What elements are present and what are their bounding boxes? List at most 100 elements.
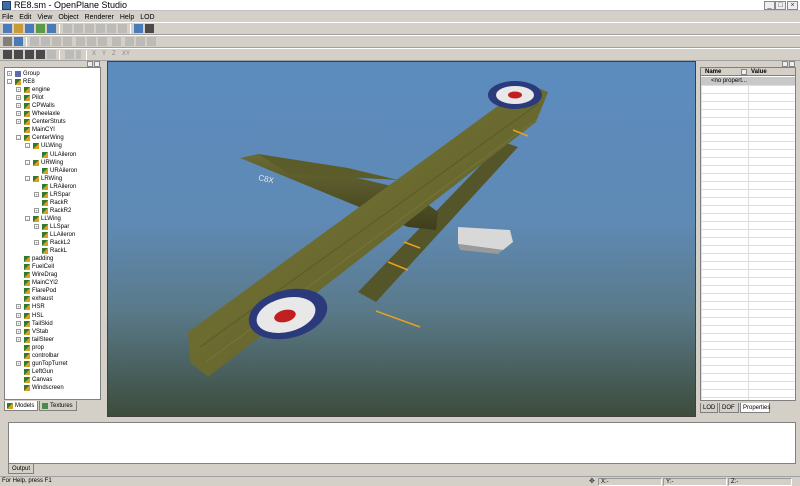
maximize-button[interactable]: □	[775, 1, 786, 10]
open-folder-icon[interactable]	[14, 24, 23, 33]
tree-item-label: exhaust	[32, 296, 54, 303]
axis-z-button[interactable]: Z	[112, 49, 116, 60]
expand-icon[interactable]: +	[16, 304, 21, 310]
model-node-icon	[33, 143, 39, 150]
import-icon[interactable]	[36, 24, 45, 33]
model-tree[interactable]: + Group - RE8 + engine + Pilot + CPWalls + Wheelaxl…	[4, 67, 101, 400]
tree-item-label: RackR2	[50, 207, 72, 214]
close-button[interactable]: ×	[787, 1, 798, 10]
move-icon[interactable]	[14, 50, 23, 59]
expand-icon[interactable]: +	[16, 111, 21, 117]
model-node-icon	[24, 256, 30, 263]
expand-icon[interactable]: +	[34, 191, 39, 197]
export-icon[interactable]	[47, 24, 56, 33]
tab-properties[interactable]: Properties	[740, 403, 770, 413]
column-sort-icon[interactable]	[741, 69, 747, 75]
expand-icon[interactable]: +	[16, 95, 21, 101]
expand-icon[interactable]: +	[34, 240, 39, 246]
expand-icon[interactable]: +	[16, 336, 21, 342]
status-message: For Help, press F1	[2, 478, 52, 484]
expand-icon[interactable]: +	[16, 360, 21, 366]
3d-viewport[interactable]: C8X	[107, 61, 696, 417]
hand-icon[interactable]	[52, 37, 61, 46]
attach-marker	[375, 310, 421, 328]
collapse-icon[interactable]: -	[25, 175, 30, 181]
scale-x-icon[interactable]	[76, 37, 85, 46]
output-log[interactable]	[8, 422, 796, 464]
rotate-left-icon[interactable]	[136, 37, 145, 46]
collapse-icon[interactable]: -	[16, 135, 21, 141]
collapse-icon[interactable]: -	[25, 143, 30, 149]
tab-textures[interactable]: Textures	[39, 401, 77, 411]
redo-icon[interactable]	[118, 24, 127, 33]
tree-item-label: RackR	[50, 199, 69, 206]
expand-icon[interactable]: +	[34, 207, 39, 213]
mirror-icon[interactable]	[63, 37, 72, 46]
collapse-icon[interactable]: -	[7, 79, 12, 85]
tree-item-label: tailSteer	[32, 336, 55, 343]
camera-icon[interactable]	[65, 50, 74, 59]
axis-y-button[interactable]: Y	[102, 49, 106, 60]
expand-icon[interactable]: +	[16, 103, 21, 109]
unlink-icon[interactable]	[41, 37, 50, 46]
camera-dropdown-icon[interactable]	[76, 50, 81, 59]
model-node-icon	[24, 95, 30, 102]
rotate-right-icon[interactable]	[147, 37, 156, 46]
copy-icon[interactable]	[74, 24, 83, 33]
new-file-icon[interactable]	[3, 24, 12, 33]
collapse-icon[interactable]: -	[25, 215, 30, 221]
delete-icon[interactable]	[96, 24, 105, 33]
axis-xy-button[interactable]: XY	[122, 49, 130, 60]
left-splitter[interactable]	[103, 61, 106, 417]
expand-icon[interactable]: +	[16, 119, 21, 125]
expand-icon[interactable]: +	[16, 312, 21, 318]
tree-item-label: Canvas	[32, 376, 53, 383]
tree-item-label: Group	[23, 71, 40, 77]
column-value[interactable]: Value	[751, 68, 767, 76]
undo-icon[interactable]	[107, 24, 116, 33]
tree-item-label: URWing	[41, 159, 64, 166]
model-node-icon	[24, 312, 30, 319]
scale-tool-icon[interactable]	[47, 50, 56, 59]
tab-lod[interactable]: LOD	[700, 403, 718, 413]
model-node-icon	[24, 352, 30, 359]
scale-z-icon[interactable]	[98, 37, 107, 46]
align-icon[interactable]	[125, 37, 134, 46]
save-icon[interactable]	[25, 24, 34, 33]
render-icon[interactable]	[134, 24, 143, 33]
flip-icon[interactable]	[112, 37, 121, 46]
tab-output[interactable]: Output	[8, 464, 34, 474]
about-icon[interactable]	[145, 24, 154, 33]
rotate-icon[interactable]	[25, 50, 34, 59]
expand-icon[interactable]: +	[34, 223, 39, 229]
tab-dof[interactable]: DOF	[719, 403, 739, 413]
tree-item-label: LRSpar	[50, 191, 71, 198]
axis-x-button[interactable]: X	[92, 49, 96, 60]
group-icon[interactable]	[14, 37, 23, 46]
minimize-button[interactable]: _	[764, 1, 775, 10]
expand-icon[interactable]: +	[7, 71, 12, 76]
window-title: RE8.sm - OpenPlane Studio	[14, 0, 128, 10]
tree-item-label: Pilot	[32, 95, 44, 102]
scale-y-icon[interactable]	[87, 37, 96, 46]
tree-item-label: FuelCell	[32, 264, 55, 271]
column-name[interactable]: Name	[705, 68, 721, 76]
expand-icon[interactable]: +	[16, 328, 21, 334]
pointer-icon[interactable]	[3, 50, 12, 59]
model-node-icon	[24, 304, 30, 311]
cut-icon[interactable]	[63, 24, 72, 33]
select-tool-icon[interactable]	[3, 37, 12, 46]
expand-icon[interactable]: +	[16, 320, 21, 326]
collapse-icon[interactable]: -	[25, 159, 30, 165]
model-node-icon	[42, 223, 48, 230]
app-icon	[2, 1, 11, 10]
properties-grid[interactable]: Name Value <no propert...	[700, 67, 796, 401]
tab-models[interactable]: Models	[4, 401, 38, 411]
paste-icon[interactable]	[85, 24, 94, 33]
expand-icon[interactable]: +	[16, 87, 21, 93]
status-y: Y:-	[663, 478, 727, 486]
tree-item-label: Windscreen	[32, 384, 64, 391]
link-icon[interactable]	[30, 37, 39, 46]
status-x: X:-	[598, 478, 662, 486]
zoom-icon[interactable]	[36, 50, 45, 59]
